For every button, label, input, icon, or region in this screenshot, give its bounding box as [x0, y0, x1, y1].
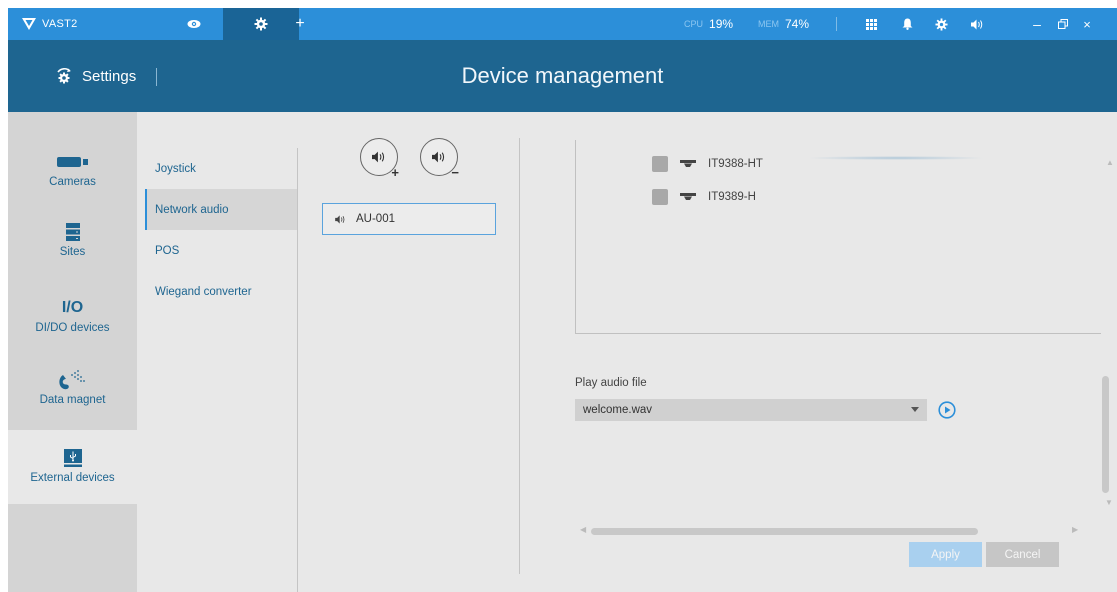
device-label: IT9388-HT	[708, 158, 763, 170]
eye-icon	[187, 20, 201, 28]
sidebar-item-label: DI/DO devices	[35, 322, 110, 334]
subnav-divider	[297, 148, 298, 592]
main-content: Cameras Sites I/O DI/DO devices Data mag…	[8, 112, 1117, 592]
speaker-add-icon	[372, 151, 385, 163]
page-header: Settings Device management	[8, 40, 1117, 112]
sidebar-item-external-devices[interactable]: External devices	[8, 430, 137, 504]
audio-device-item[interactable]: AU-001	[322, 203, 496, 235]
speaker-icon	[970, 19, 982, 29]
notifications-button[interactable]	[896, 8, 918, 40]
cpu-value: 19%	[709, 17, 734, 31]
scroll-right-arrow-icon[interactable]: ▶	[1072, 525, 1078, 534]
magnet-icon	[58, 370, 85, 390]
close-button[interactable]: ×	[1076, 8, 1098, 40]
sidebar-item-label: External devices	[30, 472, 115, 484]
dome-camera-icon	[680, 193, 696, 200]
scroll-left-arrow-icon[interactable]: ◀	[580, 525, 586, 534]
scroll-up-arrow-icon[interactable]: ▲	[1106, 158, 1114, 167]
topbar-divider	[836, 17, 837, 31]
dome-camera-icon	[680, 160, 696, 167]
server-icon	[65, 223, 80, 241]
usb-device-icon	[63, 449, 82, 467]
volume-button[interactable]	[966, 8, 988, 40]
plus-icon: +	[391, 165, 399, 180]
subnav-item-pos[interactable]: POS	[145, 230, 297, 271]
checkbox[interactable]	[652, 156, 668, 172]
system-settings-button[interactable]	[930, 8, 952, 40]
mem-label: MEM	[758, 19, 779, 29]
chevron-down-icon	[911, 407, 919, 412]
subnav-item-joystick[interactable]: Joystick	[145, 148, 297, 189]
sidebar-item-label: Cameras	[49, 176, 96, 188]
top-bar: VAST2 + CPU 19% MEM 74% – ×	[8, 8, 1117, 40]
play-audio-label: Play audio file	[575, 377, 647, 389]
add-audio-device-button[interactable]: +	[360, 138, 399, 180]
mem-usage: MEM 74%	[758, 8, 809, 40]
sub-navigation: Joystick Network audio POS Wiegand conve…	[145, 148, 297, 312]
mem-value: 74%	[785, 17, 810, 31]
tab-live-view[interactable]	[156, 8, 232, 40]
camera-list: IT9388-HT IT9389-H	[575, 140, 1101, 334]
checkbox[interactable]	[652, 189, 668, 205]
add-tab-button[interactable]: +	[280, 8, 320, 40]
list-item[interactable]: IT9388-HT	[652, 154, 763, 174]
vast-logo-icon	[22, 18, 36, 30]
vertical-scrollbar[interactable]	[1102, 376, 1109, 493]
audio-device-label: AU-001	[356, 213, 395, 225]
sidebar-item-dido-devices[interactable]: I/O DI/DO devices	[8, 294, 137, 350]
io-icon: I/O	[61, 299, 84, 316]
minus-icon: −	[451, 165, 459, 180]
layout-grid-button[interactable]	[860, 8, 882, 40]
gear-icon	[254, 17, 268, 31]
gear-icon	[934, 17, 948, 31]
audio-file-value: welcome.wav	[583, 404, 653, 416]
speaker-remove-icon	[432, 151, 445, 163]
grid-icon	[865, 18, 877, 30]
scroll-shadow	[806, 156, 986, 160]
close-icon: ×	[1083, 16, 1091, 32]
sidebar-item-sites[interactable]: Sites	[8, 218, 137, 274]
minimize-icon: –	[1033, 16, 1041, 32]
restore-icon	[1058, 19, 1068, 29]
subnav-item-wiegand-converter[interactable]: Wiegand converter	[145, 271, 297, 312]
page-title: Device management	[461, 63, 664, 88]
minimize-button[interactable]: –	[1026, 8, 1048, 40]
app-brand: VAST2	[22, 8, 78, 40]
remove-audio-device-button[interactable]: −	[420, 138, 459, 180]
cpu-usage: CPU 19%	[684, 8, 733, 40]
device-label: IT9389-H	[708, 191, 756, 203]
sidebar-item-label: Data magnet	[39, 394, 106, 406]
left-sidebar: Cameras Sites I/O DI/DO devices Data mag…	[8, 112, 137, 592]
app-name: VAST2	[42, 18, 78, 30]
cpu-label: CPU	[684, 19, 704, 29]
cancel-button[interactable]: Cancel	[986, 542, 1059, 567]
sidebar-item-label: Sites	[59, 246, 86, 258]
scroll-down-arrow-icon[interactable]: ▼	[1105, 498, 1113, 507]
audio-file-select[interactable]: welcome.wav	[575, 399, 927, 421]
sidebar-item-cameras[interactable]: Cameras	[8, 148, 137, 204]
sidebar-item-data-magnet[interactable]: Data magnet	[8, 366, 137, 422]
camera-icon	[56, 157, 88, 167]
add-icon: +	[295, 15, 305, 32]
list-item[interactable]: IT9389-H	[652, 187, 756, 207]
horizontal-scrollbar[interactable]	[591, 528, 978, 535]
speaker-icon	[335, 214, 345, 224]
restore-button[interactable]	[1052, 8, 1074, 40]
apply-button[interactable]: Apply	[909, 542, 982, 567]
bell-icon	[902, 18, 912, 30]
play-icon[interactable]	[938, 401, 956, 419]
subnav-item-network-audio[interactable]: Network audio	[145, 189, 297, 230]
panel-divider	[519, 138, 520, 574]
